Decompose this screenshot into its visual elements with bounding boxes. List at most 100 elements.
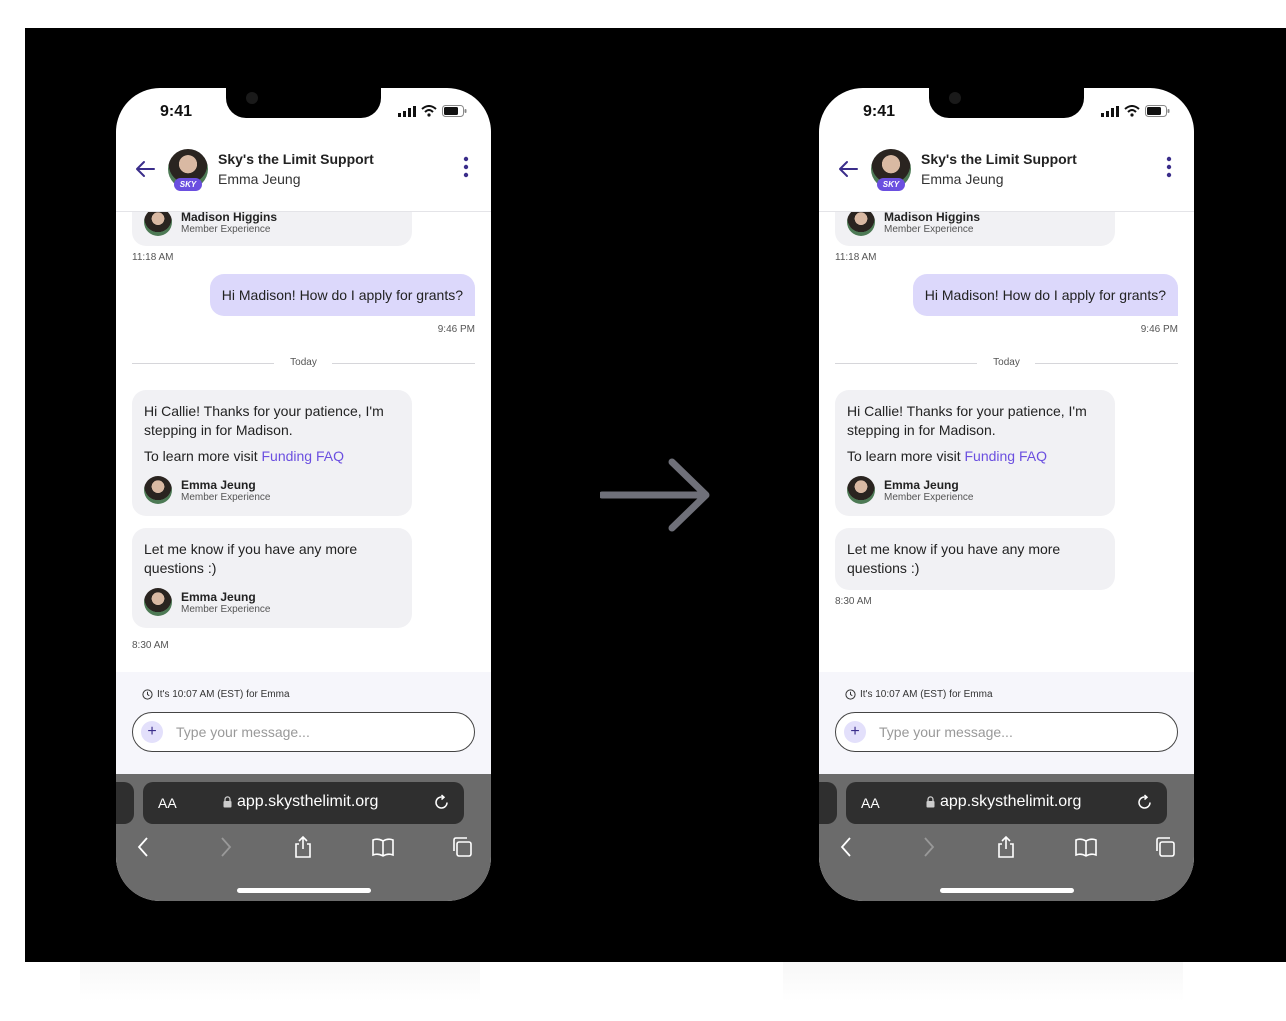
agent-message-text: Hi Callie! Thanks for your patience, I'm… — [847, 403, 1087, 438]
timezone-note: It's 10:07 AM (EST) for Emma — [845, 689, 993, 700]
bookmarks-icon[interactable] — [1074, 835, 1098, 859]
right-reflection — [783, 962, 1183, 1002]
last-timestamp: 8:30 AM — [132, 640, 169, 651]
status-time: 9:41 — [160, 103, 193, 120]
date-divider-label: Today — [993, 357, 1020, 368]
browser-chrome: AA app.skysthelimit.org — [819, 774, 1194, 901]
chevron-left-icon[interactable] — [132, 835, 156, 859]
sender-avatar — [144, 212, 172, 236]
kebab-menu-icon[interactable] — [463, 156, 469, 178]
support-avatar: SKY — [168, 149, 208, 191]
agent-name: Emma Jeung — [181, 477, 256, 492]
notch — [929, 88, 1084, 118]
chevron-left-icon[interactable] — [835, 835, 859, 859]
sender-avatar — [847, 212, 875, 236]
agent-message-bubble-2: Let me know if you have any more questio… — [132, 528, 412, 628]
previous-timestamp: 11:18 AM — [835, 252, 877, 263]
header-title: Sky's the Limit Support — [218, 151, 374, 167]
notch — [226, 88, 381, 118]
sender-name: Madison Higgins — [181, 212, 277, 224]
agent-message-bubble-2: Let me know if you have any more questio… — [835, 528, 1115, 590]
sender-name: Madison Higgins — [884, 212, 980, 224]
funding-faq-link[interactable]: Funding FAQ — [261, 448, 344, 464]
status-icons — [398, 105, 467, 117]
lock-icon — [223, 796, 232, 808]
clock-icon — [142, 689, 153, 700]
text-size-button[interactable]: AA — [158, 795, 177, 811]
user-timestamp: 9:46 PM — [437, 324, 475, 335]
url-bar[interactable]: AA app.skysthelimit.org — [846, 782, 1167, 824]
reload-icon[interactable] — [1135, 793, 1155, 813]
share-icon[interactable] — [994, 835, 1018, 859]
url-bar[interactable]: AA app.skysthelimit.org — [143, 782, 464, 824]
chat-header: SKY Sky's the Limit Support Emma Jeung — [819, 136, 1194, 212]
message-input[interactable]: + Type your message... — [835, 712, 1178, 752]
chat-header: SKY Sky's the Limit Support Emma Jeung — [116, 136, 491, 212]
message-composer: It's 10:07 AM (EST) for Emma + Type your… — [116, 672, 491, 774]
chevron-right-icon[interactable] — [916, 835, 940, 859]
agent-avatar — [847, 476, 875, 504]
date-divider: Today — [132, 356, 475, 370]
date-divider-label: Today — [290, 357, 317, 368]
support-avatar: SKY — [871, 149, 911, 191]
chat-messages[interactable]: Madison Higgins Member Experience 11:18 A… — [116, 212, 491, 672]
message-placeholder: Type your message... — [879, 724, 1013, 740]
message-input[interactable]: + Type your message... — [132, 712, 475, 752]
agent-role: Member Experience — [884, 491, 974, 503]
previous-tab-peek[interactable] — [819, 782, 837, 824]
timezone-note: It's 10:07 AM (EST) for Emma — [142, 689, 290, 700]
last-timestamp: 8:30 AM — [835, 596, 872, 607]
message-placeholder: Type your message... — [176, 724, 310, 740]
agent-avatar — [144, 476, 172, 504]
share-icon[interactable] — [291, 835, 315, 859]
user-timestamp: 9:46 PM — [1140, 324, 1178, 335]
browser-toolbar — [819, 832, 1194, 862]
previous-message-bubble: Madison Higgins Member Experience — [835, 212, 1115, 246]
agent-message-bubble: Hi Callie! Thanks for your patience, I'm… — [835, 390, 1115, 516]
agent-signature: Emma Jeung Member Experience — [847, 476, 1103, 504]
status-icons — [1101, 105, 1170, 117]
chevron-right-icon[interactable] — [213, 835, 237, 859]
agent-message-bubble: Hi Callie! Thanks for your patience, I'm… — [132, 390, 412, 516]
plus-icon[interactable]: + — [141, 721, 163, 743]
tabs-icon[interactable] — [1153, 835, 1177, 859]
funding-faq-link[interactable]: Funding FAQ — [964, 448, 1047, 464]
left-reflection — [80, 962, 480, 1002]
header-subtitle: Emma Jeung — [218, 171, 301, 187]
plus-icon[interactable]: + — [844, 721, 866, 743]
agent-message-text-2: Let me know if you have any more questio… — [847, 541, 1061, 576]
agent-role: Member Experience — [181, 491, 271, 503]
signal-icon — [398, 105, 416, 117]
back-arrow-icon[interactable] — [134, 158, 156, 180]
signal-icon — [1101, 105, 1119, 117]
previous-tab-peek[interactable] — [116, 782, 134, 824]
chat-messages[interactable]: Madison Higgins Member Experience 11:18 A… — [819, 212, 1194, 672]
previous-message-bubble: Madison Higgins Member Experience — [132, 212, 412, 246]
timezone-note-text: It's 10:07 AM (EST) for Emma — [157, 689, 290, 700]
timezone-note-text: It's 10:07 AM (EST) for Emma — [860, 689, 993, 700]
agent-avatar — [144, 588, 172, 616]
url-display[interactable]: app.skysthelimit.org — [223, 793, 378, 811]
status-time: 9:41 — [863, 103, 896, 120]
agent-message-text: Hi Callie! Thanks for your patience, I'm… — [144, 403, 384, 438]
url-display[interactable]: app.skysthelimit.org — [926, 793, 1081, 811]
reload-icon[interactable] — [432, 793, 452, 813]
phone-after: 9:41 SKY Sky's the Limit Support Emma Je… — [819, 88, 1194, 901]
wifi-icon — [1124, 105, 1140, 117]
text-size-button[interactable]: AA — [861, 795, 880, 811]
agent-role: Member Experience — [181, 603, 271, 615]
home-indicator — [237, 888, 371, 893]
header-subtitle: Emma Jeung — [921, 171, 1004, 187]
sky-badge: SKY — [877, 178, 905, 191]
lock-icon — [926, 796, 935, 808]
bookmarks-icon[interactable] — [371, 835, 395, 859]
user-message-bubble: Hi Madison! How do I apply for grants? — [209, 274, 475, 316]
tabs-icon[interactable] — [450, 835, 474, 859]
link-prefix: To learn more visit — [144, 448, 262, 464]
url-text: app.skysthelimit.org — [237, 793, 379, 810]
wifi-icon — [421, 105, 437, 117]
agent-name: Emma Jeung — [884, 477, 959, 492]
back-arrow-icon[interactable] — [837, 158, 859, 180]
home-indicator — [940, 888, 1074, 893]
kebab-menu-icon[interactable] — [1166, 156, 1172, 178]
